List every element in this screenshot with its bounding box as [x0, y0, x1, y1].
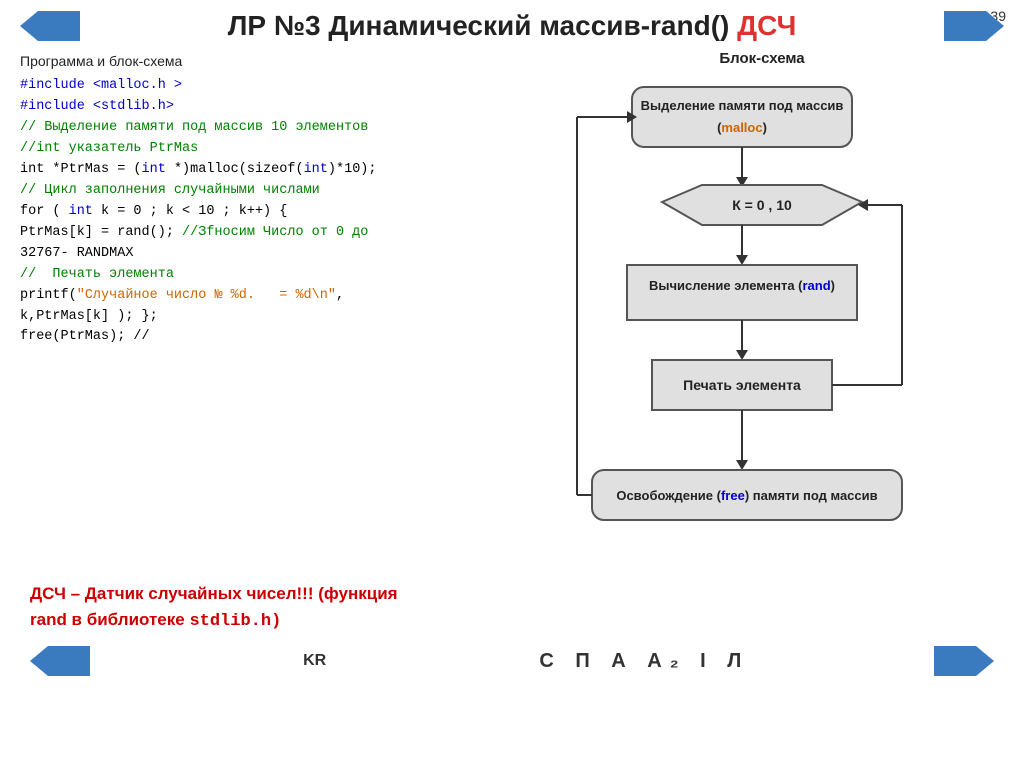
bottom-next-arrow[interactable] — [934, 646, 994, 676]
bottom-line2: rand в библиотеке — [30, 610, 189, 629]
right-panel: Блок-схема Выделение памяти под массив (… — [520, 50, 1004, 567]
flowchart-svg: Выделение памяти под массив (malloc) К =… — [572, 77, 952, 567]
top-nav: ЛР №3 Динамический массив-rand() ДСЧ — [20, 10, 1004, 42]
bottom-nav: KR С П А А₂ І Л — [20, 646, 1004, 676]
svg-text:Печать элемента: Печать элемента — [683, 377, 801, 393]
svg-text:К = 0 , 10: К = 0 , 10 — [732, 197, 792, 213]
code-line-3: // Выделение памяти под массив 10 элемен… — [20, 118, 500, 139]
code-line-7: for ( int k = 0 ; k < 10 ; k++) { — [20, 202, 500, 223]
program-label: Программа и блок-схема — [20, 50, 500, 72]
code-line-2: #include <stdlib.h> — [20, 97, 500, 118]
bottom-section: ДСЧ – Датчик случайных чисел!!! (функция… — [20, 581, 1004, 634]
bottom-prev-arrow[interactable] — [30, 646, 90, 676]
bottom-text: ДСЧ – Датчик случайных чисел!!! (функция… — [30, 581, 994, 634]
title-dsc: ДСЧ — [737, 10, 796, 41]
svg-text:(malloc): (malloc) — [717, 120, 767, 135]
bottom-center-labels: С П А А₂ І Л — [539, 650, 749, 673]
slide: 139 ЛР №3 Динамический массив-rand() ДСЧ… — [0, 0, 1024, 767]
left-panel: Программа и блок-схема #include <malloc.… — [20, 50, 500, 567]
code-line-1: #include <malloc.h > — [20, 76, 500, 97]
code-line-8: PtrMas[k] = rand(); //Зfносим Число от 0… — [20, 223, 500, 244]
title-text: ЛР №3 Динамический массив-rand() — [228, 10, 737, 41]
code-line-13: free(PtrMas); // — [20, 327, 500, 348]
code-line-6: // Цикл заполнения случайными числами — [20, 181, 500, 202]
bottom-line1: ДСЧ – Датчик случайных чисел!!! (функция — [30, 584, 398, 603]
code-line-10: // Печать элемента — [20, 265, 500, 286]
code-line-11: printf("Случайное число № %d. = %d\n", — [20, 286, 500, 307]
slide-title: ЛР №3 Динамический массив-rand() ДСЧ — [80, 10, 944, 42]
bottom-code: stdlib.h) — [189, 612, 281, 631]
prev-arrow[interactable] — [20, 11, 80, 41]
code-line-5: int *PtrMas = (int *)malloc(sizeof(int)*… — [20, 160, 500, 181]
block-schema-label: Блок-схема — [719, 50, 804, 67]
svg-text:Вычисление элемента (rand): Вычисление элемента (rand) — [649, 278, 835, 293]
code-line-4: //int указатель PtrMas — [20, 139, 500, 160]
svg-text:Выделение памяти под массив: Выделение памяти под массив — [641, 98, 844, 113]
bottom-kr-label: KR — [275, 652, 355, 670]
svg-text:Освобождение (free) памяти под: Освобождение (free) памяти под массив — [616, 488, 877, 503]
code-line-12: k,PtrMas[k] ); }; — [20, 307, 500, 328]
content-area: Программа и блок-схема #include <malloc.… — [20, 50, 1004, 567]
code-line-9: 32767- RANDMAX — [20, 244, 500, 265]
